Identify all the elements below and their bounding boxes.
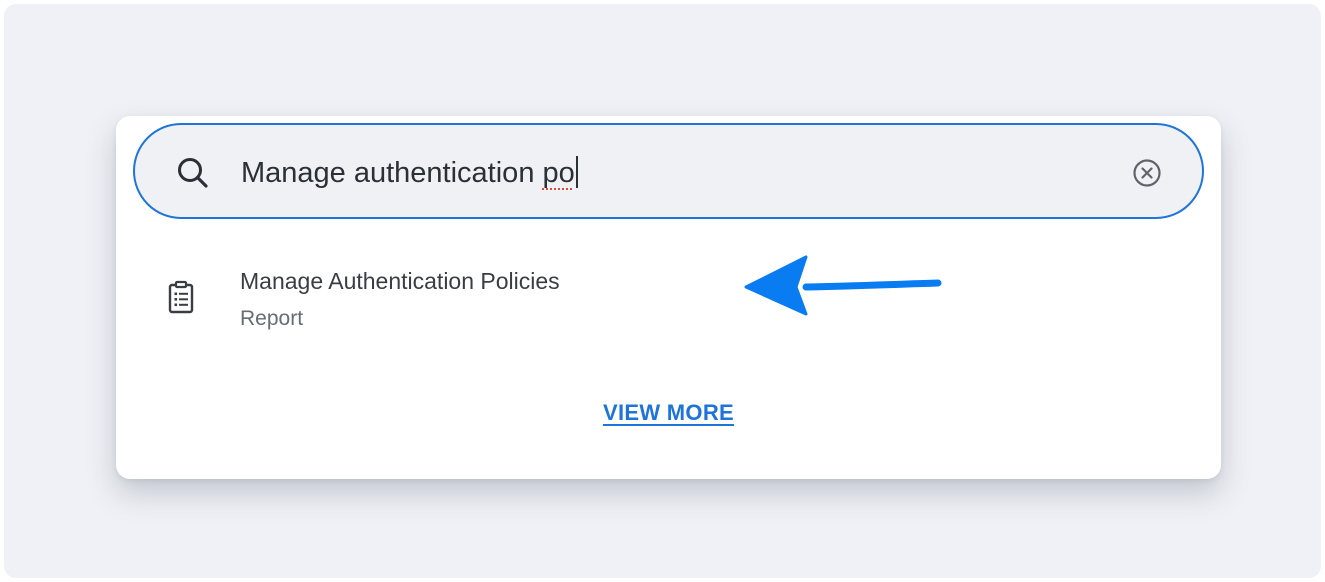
search-typed-text: Manage authentication [241, 157, 543, 189]
clear-icon[interactable] [1130, 156, 1164, 190]
result-title: Manage Authentication Policies [240, 268, 560, 294]
annotation-arrow-icon [744, 255, 942, 316]
view-more-container: VIEW MORE [116, 400, 1221, 426]
search-input-value[interactable]: Manage authentication po [241, 156, 578, 190]
report-icon [168, 280, 194, 314]
search-input[interactable]: Manage authentication po [133, 123, 1204, 219]
text-caret [575, 156, 578, 188]
view-more-link[interactable]: VIEW MORE [603, 400, 734, 425]
search-icon [178, 158, 208, 188]
search-result-item[interactable]: Manage Authentication Policies Report [156, 254, 836, 344]
search-popup: Manage authentication po Manage Authenti… [116, 116, 1221, 479]
result-type: Report [240, 307, 304, 330]
page-background: Manage authentication po Manage Authenti… [4, 4, 1321, 578]
search-typed-misspelled: po [542, 157, 575, 189]
